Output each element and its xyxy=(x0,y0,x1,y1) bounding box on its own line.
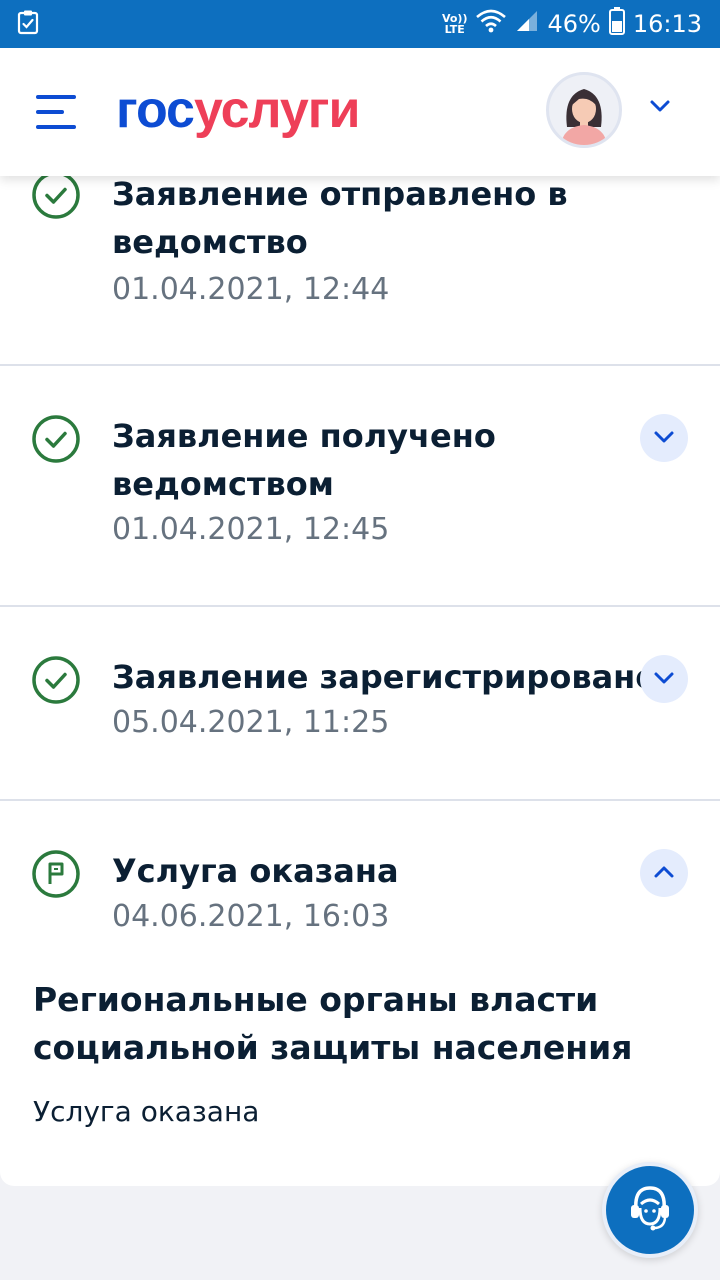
signal-icon xyxy=(515,9,539,39)
history-item-date: 01.04.2021, 12:45 xyxy=(112,512,390,547)
history-item-date: 05.04.2021, 11:25 xyxy=(112,705,390,740)
history-item-title: Заявление отправлено в ведомство xyxy=(112,175,568,261)
clock: 16:13 xyxy=(632,10,702,38)
history-item-date: 01.04.2021, 12:44 xyxy=(112,272,390,307)
history-item-date: 04.06.2021, 16:03 xyxy=(112,899,390,934)
avatar[interactable] xyxy=(546,72,622,148)
battery-icon xyxy=(608,7,625,41)
chevron-up-icon xyxy=(653,864,675,883)
status-bar: Vo)) LTE 46% 16:13 xyxy=(0,0,720,48)
collapse-button[interactable] xyxy=(640,849,688,897)
check-circle-icon xyxy=(31,655,81,705)
expand-button[interactable] xyxy=(640,414,688,462)
lte-label: LTE xyxy=(444,23,465,36)
expand-button[interactable] xyxy=(640,655,688,703)
battery-label: 46% xyxy=(547,10,601,38)
history-card: Заявление отправлено в ведомство 01.04.2… xyxy=(0,0,720,1186)
hamburger-menu-button[interactable] xyxy=(36,95,78,129)
flag-circle-icon xyxy=(31,849,81,899)
support-chat-button[interactable] xyxy=(602,1162,698,1258)
check-circle-icon xyxy=(31,414,81,464)
logo-part-uslugi: услуги xyxy=(193,81,360,139)
gosuslugi-logo[interactable]: госуслуги xyxy=(116,80,360,140)
history-item: Заявление зарегистрировано 05.04.2021, 1… xyxy=(0,607,720,801)
logo-part-gos: гос xyxy=(116,81,195,139)
headset-operator-icon xyxy=(620,1178,680,1242)
history-item-title: Заявление получено ведомством xyxy=(112,417,496,503)
department-name: Региональные органы власти социальной за… xyxy=(33,980,633,1067)
chevron-down-icon[interactable] xyxy=(648,98,672,118)
check-circle-icon xyxy=(31,170,81,220)
chevron-down-icon xyxy=(653,429,675,448)
history-item-title: Услуга оказана xyxy=(112,852,399,890)
chevron-down-icon xyxy=(653,670,675,689)
service-result-text: Услуга оказана xyxy=(33,1095,260,1128)
history-item: Заявление получено ведомством 01.04.2021… xyxy=(0,366,720,607)
clipboard-check-icon xyxy=(16,9,40,39)
app-header: госуслуги xyxy=(0,48,720,176)
volte-indicator: Vo)) LTE xyxy=(442,13,468,35)
history-item-title: Заявление зарегистрировано xyxy=(112,658,658,696)
wifi-icon xyxy=(475,9,507,39)
